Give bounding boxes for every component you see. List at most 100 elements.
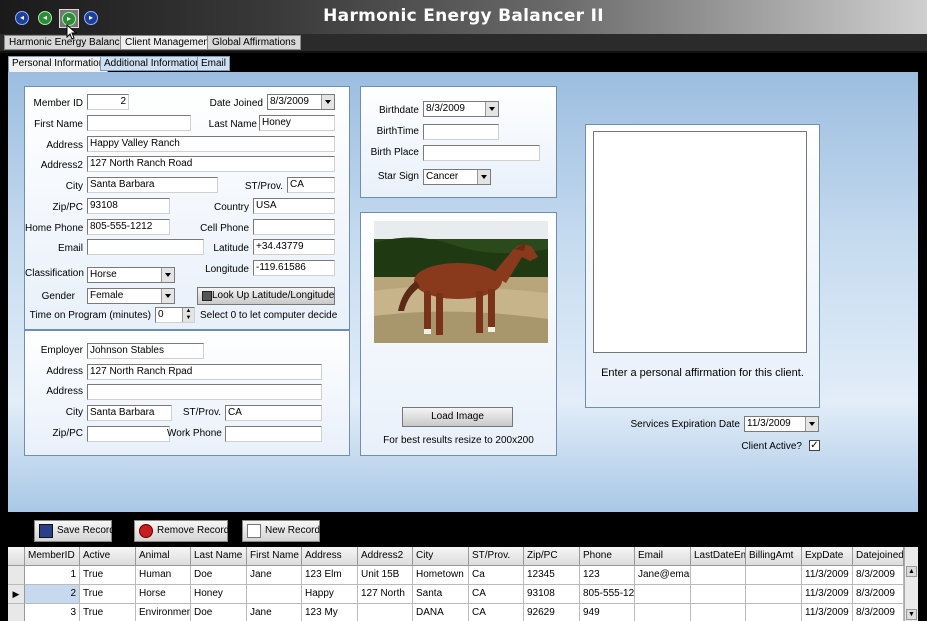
- table-cell[interactable]: 949: [580, 604, 635, 621]
- scroll-up-icon[interactable]: ▲: [906, 566, 917, 577]
- table-cell[interactable]: 3: [25, 604, 80, 621]
- table-cell[interactable]: Environmen: [136, 604, 191, 621]
- table-cell[interactable]: 11/3/2009: [802, 604, 853, 621]
- column-header[interactable]: First Name: [247, 547, 302, 566]
- country-field[interactable]: USA: [253, 198, 335, 214]
- table-cell[interactable]: Doe: [191, 566, 247, 585]
- cell-phone-field[interactable]: [253, 219, 335, 235]
- table-cell[interactable]: CA: [469, 604, 524, 621]
- column-header[interactable]: Email: [635, 547, 691, 566]
- table-cell[interactable]: Honey: [191, 585, 247, 604]
- column-header[interactable]: Address: [302, 547, 358, 566]
- table-cell[interactable]: Jane: [247, 566, 302, 585]
- affirmation-textarea[interactable]: [593, 131, 807, 353]
- new-record-button[interactable]: New Record: [242, 520, 320, 542]
- column-header[interactable]: Last Name: [191, 547, 247, 566]
- table-cell[interactable]: True: [80, 585, 136, 604]
- column-header[interactable]: Datejoined: [853, 547, 904, 566]
- table-cell[interactable]: [746, 566, 802, 585]
- table-cell[interactable]: Doe: [191, 604, 247, 621]
- scroll-down-icon[interactable]: ▼: [906, 609, 917, 620]
- employer-city-field[interactable]: Santa Barbara: [87, 405, 172, 421]
- table-cell[interactable]: 12345: [524, 566, 580, 585]
- birthtime-field[interactable]: [423, 124, 499, 140]
- row-header-current[interactable]: ▶: [8, 585, 25, 604]
- column-header[interactable]: LastDateEm: [691, 547, 746, 566]
- table-cell[interactable]: Jane: [247, 604, 302, 621]
- table-cell[interactable]: [691, 604, 746, 621]
- employer-address-field[interactable]: 127 North Ranch Rpad: [87, 364, 322, 380]
- birthplace-field[interactable]: [423, 145, 540, 161]
- lookup-lat-long-button[interactable]: Look Up Latitude/Longitude: [197, 287, 335, 305]
- client-active-checkbox[interactable]: ✓: [809, 440, 820, 451]
- table-cell[interactable]: [247, 585, 302, 604]
- table-cell[interactable]: Human: [136, 566, 191, 585]
- table-cell[interactable]: CA: [469, 585, 524, 604]
- table-cell[interactable]: Horse: [136, 585, 191, 604]
- table-cell[interactable]: 127 North: [358, 585, 413, 604]
- table-cell[interactable]: [635, 585, 691, 604]
- table-cell[interactable]: [746, 604, 802, 621]
- home-phone-field[interactable]: 805-555-1212: [87, 219, 170, 235]
- grid-vertical-scrollbar[interactable]: ▲ ▼: [904, 547, 918, 621]
- column-header[interactable]: Zip/PC: [524, 547, 580, 566]
- spinner-arrows-icon[interactable]: ▲ ▼: [182, 308, 194, 322]
- column-header[interactable]: Animal: [136, 547, 191, 566]
- table-cell[interactable]: 123 Elm: [302, 566, 358, 585]
- table-cell[interactable]: Ca: [469, 566, 524, 585]
- table-cell[interactable]: Santa: [413, 585, 469, 604]
- load-image-button[interactable]: Load Image: [402, 407, 513, 427]
- employer-zip-field[interactable]: [87, 426, 170, 442]
- longitude-field[interactable]: -119.61586: [253, 260, 335, 276]
- time-on-program-stepper[interactable]: 0 ▲ ▼: [155, 307, 195, 323]
- table-cell[interactable]: Unit 15B: [358, 566, 413, 585]
- latitude-field[interactable]: +34.43779: [253, 239, 335, 255]
- column-header[interactable]: Address2: [358, 547, 413, 566]
- tab-client-management[interactable]: Client Management: [120, 35, 217, 50]
- date-joined-picker[interactable]: 8/3/2009: [267, 94, 335, 110]
- table-cell[interactable]: True: [80, 604, 136, 621]
- table-cell[interactable]: 92629: [524, 604, 580, 621]
- table-cell[interactable]: 1: [25, 566, 80, 585]
- employer-address2-field[interactable]: [87, 384, 322, 400]
- table-cell[interactable]: 8/3/2009: [853, 566, 904, 585]
- column-header[interactable]: City: [413, 547, 469, 566]
- table-cell[interactable]: Jane@email: [635, 566, 691, 585]
- member-id-field[interactable]: 2: [87, 94, 129, 110]
- employer-field[interactable]: Johnson Stables: [87, 343, 204, 359]
- save-record-button[interactable]: Save Record: [34, 520, 115, 542]
- table-cell[interactable]: [691, 566, 746, 585]
- classification-select[interactable]: Horse: [87, 267, 175, 283]
- last-name-field[interactable]: Honey: [259, 115, 335, 131]
- tab-global-affirmations[interactable]: Global Affirmations: [207, 35, 301, 50]
- table-cell[interactable]: Hometown: [413, 566, 469, 585]
- column-header[interactable]: ST/Prov.: [469, 547, 524, 566]
- address2-field[interactable]: 127 North Ranch Road: [87, 156, 335, 172]
- gender-select[interactable]: Female: [87, 288, 175, 304]
- column-header[interactable]: Active: [80, 547, 136, 566]
- table-cell[interactable]: 123 My: [302, 604, 358, 621]
- tab-personal-information[interactable]: Personal Information: [8, 56, 109, 72]
- column-header[interactable]: MemberID: [25, 547, 80, 566]
- table-cell[interactable]: DANA: [413, 604, 469, 621]
- tab-additional-information[interactable]: Additional Information: [100, 56, 205, 71]
- table-cell[interactable]: 93108: [524, 585, 580, 604]
- table-cell[interactable]: 8/3/2009: [853, 604, 904, 621]
- tab-email[interactable]: Email: [197, 56, 231, 71]
- column-header[interactable]: Phone: [580, 547, 635, 566]
- table-cell[interactable]: 11/3/2009: [802, 566, 853, 585]
- table-cell[interactable]: [691, 585, 746, 604]
- table-cell[interactable]: 8/3/2009: [853, 585, 904, 604]
- row-header[interactable]: [8, 604, 25, 621]
- address-field[interactable]: Happy Valley Ranch: [87, 136, 335, 152]
- table-cell[interactable]: Happy: [302, 585, 358, 604]
- table-cell[interactable]: 805-555-12: [580, 585, 635, 604]
- services-expiration-picker[interactable]: 11/3/2009: [744, 416, 819, 432]
- table-cell[interactable]: 2: [25, 585, 80, 604]
- zip-field[interactable]: 93108: [87, 198, 170, 214]
- work-phone-field[interactable]: [225, 426, 322, 442]
- table-cell[interactable]: [358, 604, 413, 621]
- state-field[interactable]: CA: [287, 177, 335, 193]
- table-cell[interactable]: [635, 604, 691, 621]
- table-cell[interactable]: 123: [580, 566, 635, 585]
